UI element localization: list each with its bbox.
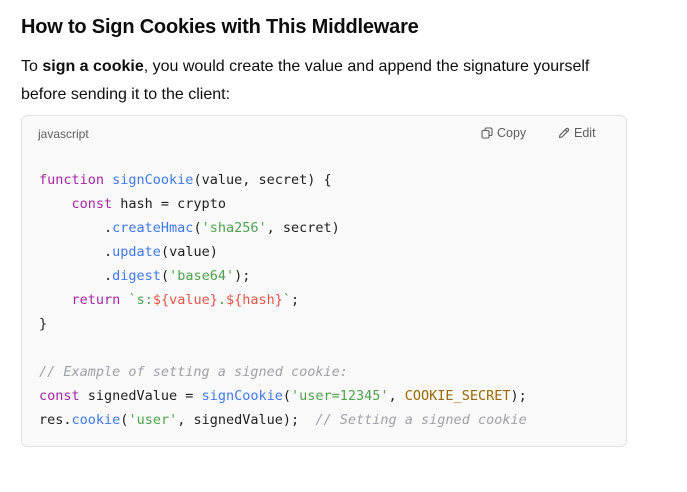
code-line: .update(value): [39, 240, 527, 264]
code-token: );: [510, 388, 527, 404]
code-token: 'base64': [169, 268, 235, 284]
code-token: update: [112, 244, 161, 260]
code-line: }: [39, 312, 527, 336]
code-token: `: [282, 292, 292, 308]
code-token: );: [234, 268, 251, 284]
section-heading: How to Sign Cookies with This Middleware: [21, 16, 419, 38]
paragraph-prefix: To: [21, 58, 43, 75]
code-token: const: [39, 388, 80, 404]
code-token: cookie: [71, 412, 121, 428]
copy-label: Copy: [497, 126, 527, 140]
code-block: javascript Copy Edit function signCookie…: [21, 115, 627, 447]
code-token: // Example of setting a signed cookie:: [39, 364, 348, 380]
paragraph-bold: sign a cookie: [42, 58, 144, 75]
code-token: .: [217, 292, 226, 308]
code-token: signCookie: [112, 172, 194, 188]
code-line: res.cookie('user', signedValue); // Sett…: [39, 408, 527, 432]
code-token: }: [39, 316, 48, 332]
code-token: ${value}: [152, 292, 218, 308]
code-line: return `s:${value}.${hash}`;: [39, 288, 527, 312]
code-token: function: [39, 172, 113, 188]
code-token: hash = crypto: [112, 196, 226, 212]
code-token: COOKIE_SECRET: [404, 388, 511, 404]
code-token: // Setting a signed cookie: [315, 412, 527, 428]
code-token: return: [71, 292, 121, 308]
code-token: .: [39, 244, 113, 260]
code-line: .createHmac('sha256', secret): [39, 216, 527, 240]
code-content: function signCookie(value, secret) { con…: [39, 168, 527, 432]
code-token: (: [160, 268, 170, 284]
code-token: digest: [112, 268, 161, 284]
code-token: , signedValue);: [177, 412, 316, 428]
edit-code-button[interactable]: Edit: [558, 125, 596, 141]
code-token: ,: [388, 388, 405, 404]
code-token: (value): [160, 244, 218, 260]
code-token: signCookie: [201, 388, 283, 404]
code-token: .: [39, 220, 113, 236]
code-token: createHmac: [112, 220, 194, 236]
code-block-header: javascript Copy Edit: [22, 116, 626, 152]
code-line: function signCookie(value, secret) {: [39, 168, 527, 192]
code-line: const signedValue = signCookie('user=123…: [39, 384, 527, 408]
code-token: `s:: [128, 292, 153, 308]
code-line: // Example of setting a signed cookie:: [39, 360, 527, 384]
pencil-icon: [558, 127, 570, 139]
edit-label: Edit: [574, 126, 596, 140]
code-token: 'user': [128, 412, 178, 428]
code-token: res.: [39, 412, 72, 428]
code-line: const hash = crypto: [39, 192, 527, 216]
code-token: ;: [291, 292, 300, 308]
code-token: 'user=12345': [290, 388, 389, 404]
intro-paragraph: To sign a cookie, you would create the v…: [21, 53, 621, 109]
code-token: (: [193, 220, 202, 236]
code-token: (value, secret) {: [193, 172, 332, 188]
code-line: .digest('base64');: [39, 264, 527, 288]
code-token: , secret): [266, 220, 340, 236]
code-token: ${hash}: [226, 292, 283, 308]
code-token: 'sha256': [201, 220, 267, 236]
code-token: const: [71, 196, 113, 212]
copy-icon: [481, 127, 493, 139]
copy-code-button[interactable]: Copy: [481, 125, 526, 141]
code-language-label: javascript: [38, 127, 89, 141]
code-token: .: [39, 268, 113, 284]
code-token: (: [282, 388, 291, 404]
code-token: signedValue =: [79, 388, 202, 404]
